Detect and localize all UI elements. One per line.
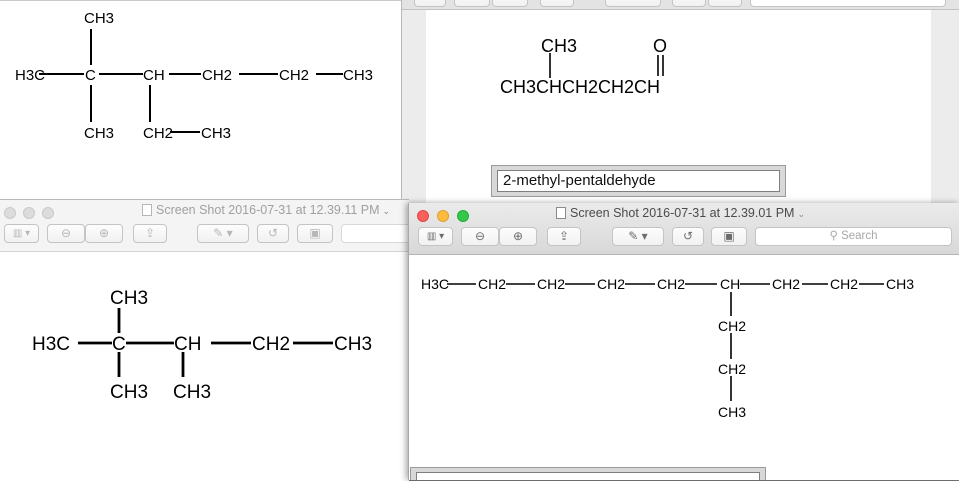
quaternary-carbon-label: C bbox=[112, 334, 126, 355]
left-methyl-label: H3C bbox=[32, 334, 70, 355]
chain-atom-8: CH2 bbox=[830, 276, 858, 292]
window-top-right: CH3 O CH3CHCH2CH2CH 2-methyl-pentaldehyd… bbox=[401, 0, 959, 205]
carbonyl-oxygen-label: O bbox=[653, 36, 667, 56]
branch-methyl-label: CH3 bbox=[173, 382, 211, 403]
chain-end-label: CH3 bbox=[334, 334, 372, 355]
chain-atom-2: CH2 bbox=[478, 276, 506, 292]
chain-ch2-a-label: CH2 bbox=[202, 67, 232, 84]
main-chain-label: CH3CHCH2CH2CH bbox=[500, 77, 660, 97]
bottom-box-partial bbox=[410, 467, 766, 480]
window-top-left: CH3 H3C C CH CH2 CH2 CH3 CH3 CH2 CH3 bbox=[0, 0, 401, 201]
chain-atom-4: CH2 bbox=[597, 276, 625, 292]
chain-atom-9: CH3 bbox=[886, 276, 914, 292]
chain-end-label: CH3 bbox=[343, 67, 373, 84]
quaternary-carbon-label: C bbox=[85, 67, 96, 84]
top-methyl-label: CH3 bbox=[84, 10, 114, 27]
name-box-field[interactable]: 2-methyl-pentaldehyde bbox=[497, 170, 780, 192]
branch-atom-3: CH3 bbox=[718, 404, 746, 420]
chain-ch2-b-label: CH2 bbox=[279, 67, 309, 84]
bottom-methyl-label: CH3 bbox=[110, 382, 148, 403]
ch-carbon-label: CH bbox=[174, 334, 201, 355]
chain-atom-6: CH bbox=[720, 276, 740, 292]
chain-atom-3: CH2 bbox=[537, 276, 565, 292]
chain-atom-1: H3C bbox=[421, 276, 449, 292]
window-bottom-left: Screen Shot 2016-07-31 at 12.39.11 PM ⌄ ▥… bbox=[0, 199, 409, 481]
chain-ch2-label: CH2 bbox=[252, 334, 290, 355]
branch-methyl-label: CH3 bbox=[541, 36, 577, 56]
structural-formula-bottom-left: CH3 H3C C CH CH2 CH3 CH3 CH3 bbox=[32, 288, 372, 403]
bottom-methyl-label: CH3 bbox=[84, 125, 114, 142]
branch-ch2-label: CH2 bbox=[143, 125, 173, 142]
left-methyl-label: H3C bbox=[15, 67, 45, 84]
branch-end-label: CH3 bbox=[201, 125, 231, 142]
chain-atom-7: CH2 bbox=[772, 276, 800, 292]
branch-atom-2: CH2 bbox=[718, 361, 746, 377]
name-box[interactable]: 2-methyl-pentaldehyde bbox=[491, 165, 786, 197]
chain-atom-5: CH2 bbox=[657, 276, 685, 292]
ch-carbon-label: CH bbox=[143, 67, 165, 84]
structural-formula-bottom-right: H3C CH2 CH2 CH2 CH2 CH CH2 CH2 CH3 CH2 C… bbox=[421, 276, 914, 420]
structural-formula-top-left: CH3 H3C C CH CH2 CH2 CH3 CH3 CH2 CH3 bbox=[15, 10, 373, 142]
branch-atom-1: CH2 bbox=[718, 318, 746, 334]
top-methyl-label: CH3 bbox=[110, 288, 148, 309]
window-bottom-right: Screen Shot 2016-07-31 at 12.39.01 PM ⌄ ▥… bbox=[408, 203, 959, 480]
